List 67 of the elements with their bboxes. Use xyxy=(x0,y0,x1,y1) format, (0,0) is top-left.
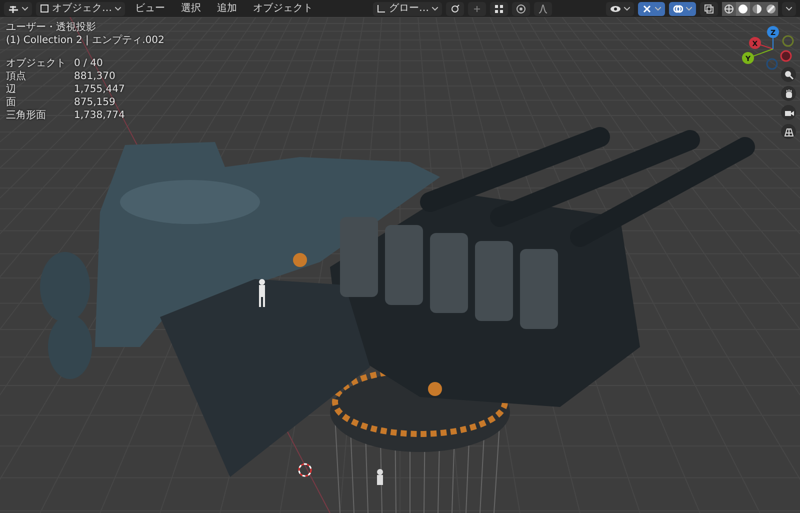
stat-value: 0 / 40 xyxy=(74,57,104,70)
corner-icon xyxy=(377,4,386,13)
perspective-grid-icon xyxy=(784,126,794,136)
visibility-button[interactable] xyxy=(606,2,634,16)
mode-dropdown[interactable]: オブジェク… xyxy=(36,2,125,16)
caret-icon xyxy=(655,6,661,10)
gizmo-toggle-button[interactable] xyxy=(638,2,665,16)
stat-value: 1,738,774 xyxy=(74,109,126,122)
solid-sphere-icon xyxy=(738,4,748,14)
shading-options-button[interactable] xyxy=(782,2,796,16)
curve-icon xyxy=(538,4,548,14)
axes-icon xyxy=(8,4,19,14)
caret-icon xyxy=(432,6,438,10)
axis-handle[interactable] xyxy=(780,50,792,62)
half-sphere-icon xyxy=(752,4,762,14)
view-name-label: ユーザー・透視投影 xyxy=(6,21,97,34)
axis-handle[interactable] xyxy=(766,58,778,70)
menu-item[interactable]: ビュー xyxy=(129,2,171,16)
hand-button[interactable] xyxy=(781,86,796,101)
snap-button[interactable] xyxy=(468,2,486,16)
editor-type-button[interactable] xyxy=(4,2,32,16)
stat-value: 875,159 xyxy=(74,96,116,109)
pivot-button[interactable] xyxy=(446,2,464,16)
stat-value: 881,370 xyxy=(74,70,116,83)
menu-item[interactable]: 選択 xyxy=(175,2,207,16)
overlapping-squares-icon xyxy=(704,4,714,14)
stat-label: オブジェクト xyxy=(6,57,67,70)
caret-icon xyxy=(624,6,630,10)
grid-button[interactable] xyxy=(490,2,508,16)
shaded-sphere-icon xyxy=(766,4,776,14)
overlay-toggle-button[interactable] xyxy=(669,2,696,16)
xray-toggle-button[interactable] xyxy=(700,2,718,16)
collection-label: (1) Collection 2 | エンプティ.002 xyxy=(6,34,164,47)
overlapping-circles-icon xyxy=(673,4,683,14)
solid-shading-button[interactable] xyxy=(736,2,750,16)
stat-label: 面 xyxy=(6,96,17,109)
stat-value: 1,755,447 xyxy=(74,83,126,96)
wireframe-shading-button[interactable] xyxy=(722,2,736,16)
menu-item[interactable]: 追加 xyxy=(211,2,243,16)
rendered-shading-button[interactable] xyxy=(764,2,778,16)
caret-icon xyxy=(115,6,121,10)
menu-item[interactable]: オブジェクト xyxy=(247,2,319,16)
target-icon xyxy=(516,4,526,14)
caret-icon xyxy=(686,6,692,10)
zoom-icon xyxy=(784,70,794,80)
stat-label: 頂点 xyxy=(6,70,27,83)
falloff-curve-button[interactable] xyxy=(534,2,552,16)
plus-icon xyxy=(472,4,482,14)
stat-label: 三角形面 xyxy=(6,109,47,122)
zoom-button[interactable] xyxy=(781,67,796,82)
orientation-dropdown[interactable]: グロー… xyxy=(373,2,442,16)
proportional-button[interactable] xyxy=(512,2,530,16)
camera-button[interactable] xyxy=(781,105,796,120)
hand-icon xyxy=(784,88,794,98)
3d-cursor-icon xyxy=(298,463,312,477)
grid-view-button[interactable] xyxy=(781,124,796,139)
axis-handle[interactable] xyxy=(782,35,794,47)
caret-icon xyxy=(22,6,28,10)
material-shading-button[interactable] xyxy=(750,2,764,16)
circle-icon xyxy=(450,4,460,14)
square-icon xyxy=(40,4,49,13)
grid-icon xyxy=(494,4,504,14)
stat-label: 辺 xyxy=(6,83,17,96)
cross-arrows-icon xyxy=(642,4,652,14)
eye-icon xyxy=(610,4,621,14)
wireframe-sphere-icon xyxy=(724,4,734,14)
caret-icon xyxy=(786,6,792,10)
